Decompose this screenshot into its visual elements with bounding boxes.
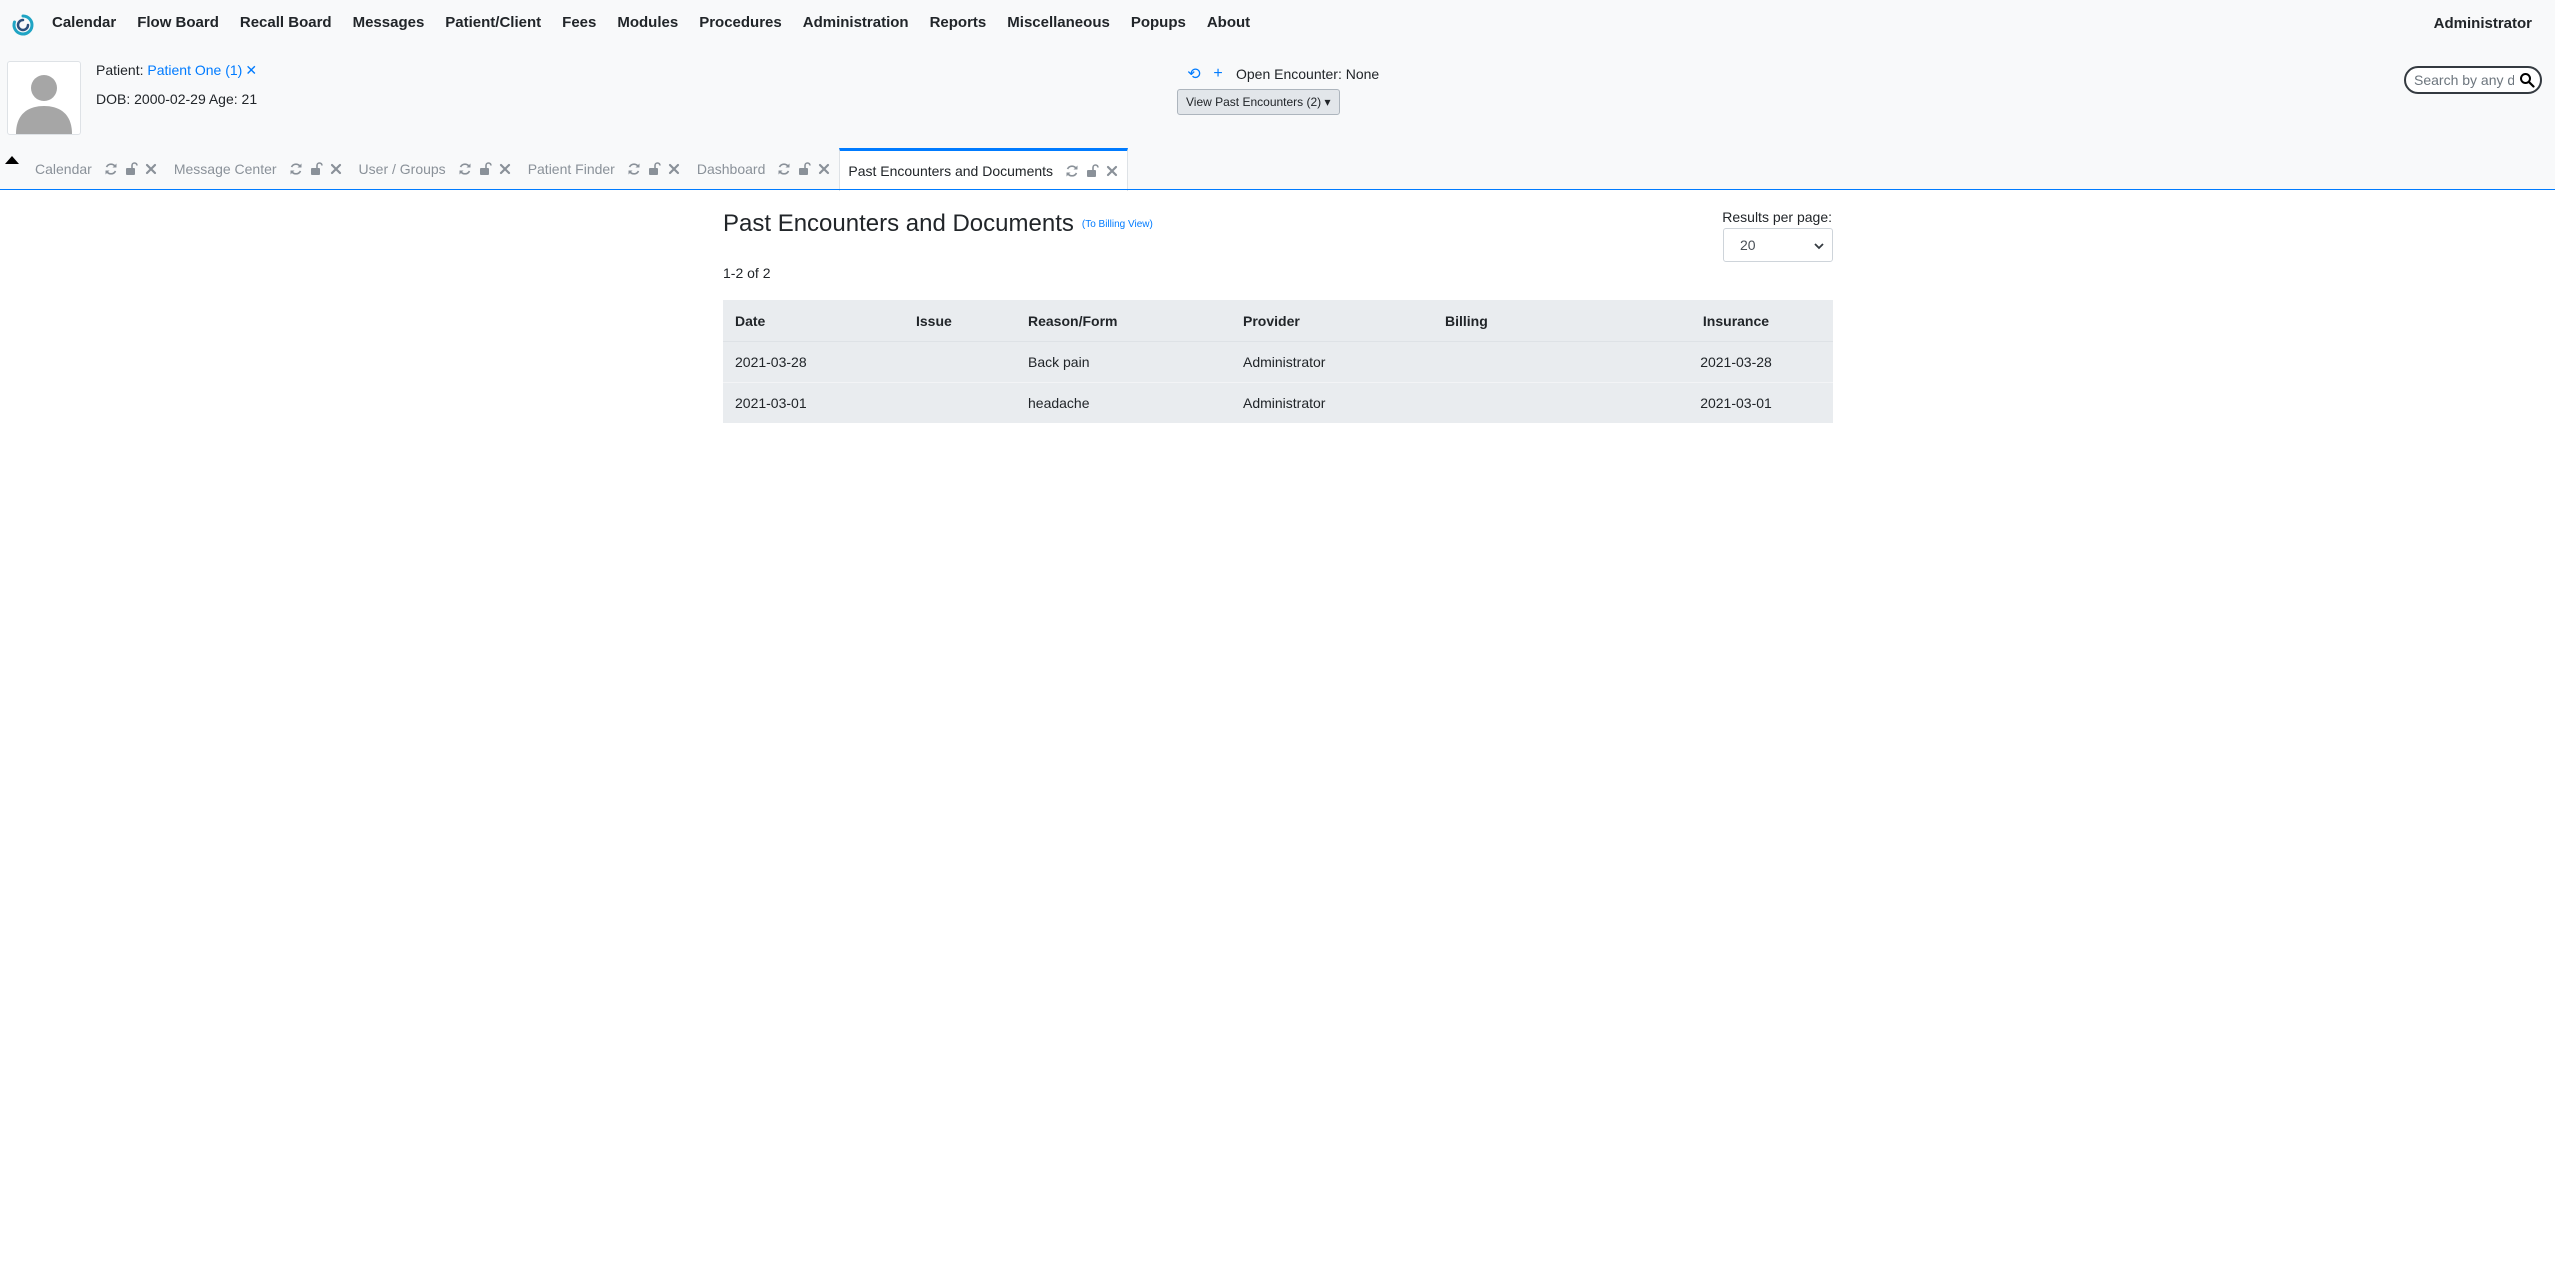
refresh-icon[interactable] bbox=[1065, 164, 1079, 178]
tab-label: Past Encounters and Documents bbox=[848, 163, 1054, 179]
menu-about[interactable]: About bbox=[1207, 14, 1250, 31]
unlock-icon[interactable] bbox=[124, 162, 138, 176]
tab-underline bbox=[0, 189, 2555, 190]
menu-modules[interactable]: Modules bbox=[617, 14, 678, 31]
refresh-icon[interactable] bbox=[458, 162, 472, 176]
cell-provider: Administrator bbox=[1231, 341, 1433, 383]
cell-date: 2021-03-01 bbox=[723, 382, 904, 423]
menu-patient-client[interactable]: Patient/Client bbox=[445, 14, 541, 31]
search-container bbox=[2404, 66, 2542, 94]
new-encounter-plus-icon[interactable]: + bbox=[1206, 65, 1230, 83]
cell-issue bbox=[904, 382, 1016, 423]
header-insurance[interactable]: Insurance bbox=[1639, 300, 1833, 342]
billing-view-link[interactable]: (To Billing View) bbox=[1082, 219, 1153, 230]
cell-reason-form: headache bbox=[1016, 382, 1231, 423]
page-title-text: Past Encounters and Documents bbox=[723, 210, 1074, 237]
header-date[interactable]: Date bbox=[723, 300, 904, 342]
results-per-page-label: Results per page: bbox=[1722, 209, 1832, 225]
results-per-page-select[interactable]: 20 bbox=[1723, 228, 1833, 262]
cell-insurance: 2021-03-28 bbox=[1639, 341, 1833, 383]
main-menu: Calendar Flow Board Recall Board Message… bbox=[52, 14, 1250, 31]
unlock-icon[interactable] bbox=[797, 162, 812, 176]
view-past-encounters-button[interactable]: View Past Encounters (2) ▾ bbox=[1177, 89, 1340, 115]
page-title: Past Encounters and Documents (To Billing… bbox=[723, 210, 1153, 238]
menu-flow-board[interactable]: Flow Board bbox=[137, 14, 219, 31]
encounters-table: Date Issue Reason/Form Provider Billing … bbox=[723, 300, 1833, 423]
top-header: Calendar Flow Board Recall Board Message… bbox=[0, 0, 2555, 191]
close-icon[interactable] bbox=[1105, 164, 1119, 178]
menu-miscellaneous[interactable]: Miscellaneous bbox=[1007, 14, 1110, 31]
unlock-icon[interactable] bbox=[478, 162, 492, 176]
tab-label: Patient Finder bbox=[527, 161, 615, 177]
header-issue[interactable]: Issue bbox=[904, 300, 1016, 342]
patient-avatar[interactable] bbox=[7, 61, 81, 135]
menu-fees[interactable]: Fees bbox=[562, 14, 596, 31]
openemr-logo-icon[interactable] bbox=[11, 13, 35, 37]
menu-popups[interactable]: Popups bbox=[1131, 14, 1186, 31]
encounter-controls: ⟲ + Open Encounter: None bbox=[1182, 64, 1379, 84]
tab-past-encounters-documents[interactable]: Past Encounters and Documents bbox=[839, 148, 1129, 191]
cell-reason-form: Back pain bbox=[1016, 341, 1231, 383]
patient-name-line: Patient: Patient One (1) ✕ bbox=[96, 62, 257, 79]
header-billing[interactable]: Billing bbox=[1433, 300, 1639, 342]
tab-label: Message Center bbox=[173, 161, 277, 177]
refresh-icon[interactable] bbox=[289, 162, 303, 176]
menu-messages[interactable]: Messages bbox=[353, 14, 425, 31]
close-icon[interactable] bbox=[329, 162, 343, 176]
chevron-down-icon bbox=[1814, 243, 1824, 250]
unlock-icon[interactable] bbox=[647, 162, 661, 176]
header-reason-form[interactable]: Reason/Form bbox=[1016, 300, 1231, 342]
user-menu[interactable]: Administrator bbox=[2434, 15, 2532, 32]
cell-insurance: 2021-03-01 bbox=[1639, 382, 1833, 423]
close-icon[interactable] bbox=[667, 162, 681, 176]
refresh-icon[interactable] bbox=[104, 162, 118, 176]
table-row[interactable]: 2021-03-28 Back pain Administrator 2021-… bbox=[723, 341, 1833, 383]
patient-dob-age: DOB: 2000-02-29 Age: 21 bbox=[96, 91, 258, 107]
results-per-page-value: 20 bbox=[1740, 237, 1756, 253]
menu-calendar[interactable]: Calendar bbox=[52, 14, 116, 31]
header-provider[interactable]: Provider bbox=[1231, 300, 1433, 342]
search-icon[interactable] bbox=[2519, 72, 2535, 88]
refresh-icon[interactable] bbox=[777, 162, 791, 176]
cell-issue bbox=[904, 341, 1016, 383]
menu-procedures[interactable]: Procedures bbox=[699, 14, 782, 31]
menu-recall-board[interactable]: Recall Board bbox=[240, 14, 332, 31]
tab-message-center[interactable]: Message Center bbox=[166, 148, 351, 190]
tab-bar: Calendar Message Center User / Groups Pa… bbox=[27, 148, 1129, 191]
unlock-icon[interactable] bbox=[309, 162, 323, 176]
tab-label: Calendar bbox=[35, 161, 92, 177]
collapse-header-caret-icon[interactable] bbox=[5, 156, 19, 164]
history-icon[interactable]: ⟲ bbox=[1182, 64, 1206, 84]
patient-label: Patient: bbox=[96, 62, 144, 78]
close-icon[interactable] bbox=[817, 162, 831, 176]
cell-billing bbox=[1433, 341, 1639, 383]
main-menubar: Calendar Flow Board Recall Board Message… bbox=[0, 0, 2555, 50]
close-icon[interactable] bbox=[498, 162, 512, 176]
cell-provider: Administrator bbox=[1231, 382, 1433, 423]
tab-dashboard[interactable]: Dashboard bbox=[689, 148, 840, 190]
refresh-icon[interactable] bbox=[627, 162, 641, 176]
caret-down-icon: ▾ bbox=[1324, 95, 1331, 109]
cell-billing bbox=[1433, 382, 1639, 423]
open-encounter-status: Open Encounter: None bbox=[1236, 66, 1380, 82]
close-icon[interactable] bbox=[144, 162, 158, 176]
tab-calendar[interactable]: Calendar bbox=[27, 148, 166, 190]
unlock-icon[interactable] bbox=[1085, 164, 1099, 178]
menu-administration[interactable]: Administration bbox=[803, 14, 909, 31]
tab-patient-finder[interactable]: Patient Finder bbox=[520, 148, 689, 190]
tab-label: User / Groups bbox=[358, 161, 446, 177]
tab-user-groups[interactable]: User / Groups bbox=[351, 148, 520, 190]
person-placeholder-icon bbox=[16, 75, 72, 134]
view-past-encounters-label: View Past Encounters (2) bbox=[1186, 95, 1322, 109]
cell-date: 2021-03-28 bbox=[723, 341, 904, 383]
tab-label: Dashboard bbox=[696, 161, 766, 177]
result-count: 1-2 of 2 bbox=[723, 265, 771, 281]
table-row[interactable]: 2021-03-01 headache Administrator 2021-0… bbox=[723, 382, 1833, 423]
patient-name-link[interactable]: Patient One (1) bbox=[147, 62, 242, 78]
clear-patient-icon[interactable]: ✕ bbox=[245, 62, 257, 78]
menu-reports[interactable]: Reports bbox=[930, 14, 987, 31]
table-header-row: Date Issue Reason/Form Provider Billing … bbox=[723, 300, 1833, 342]
